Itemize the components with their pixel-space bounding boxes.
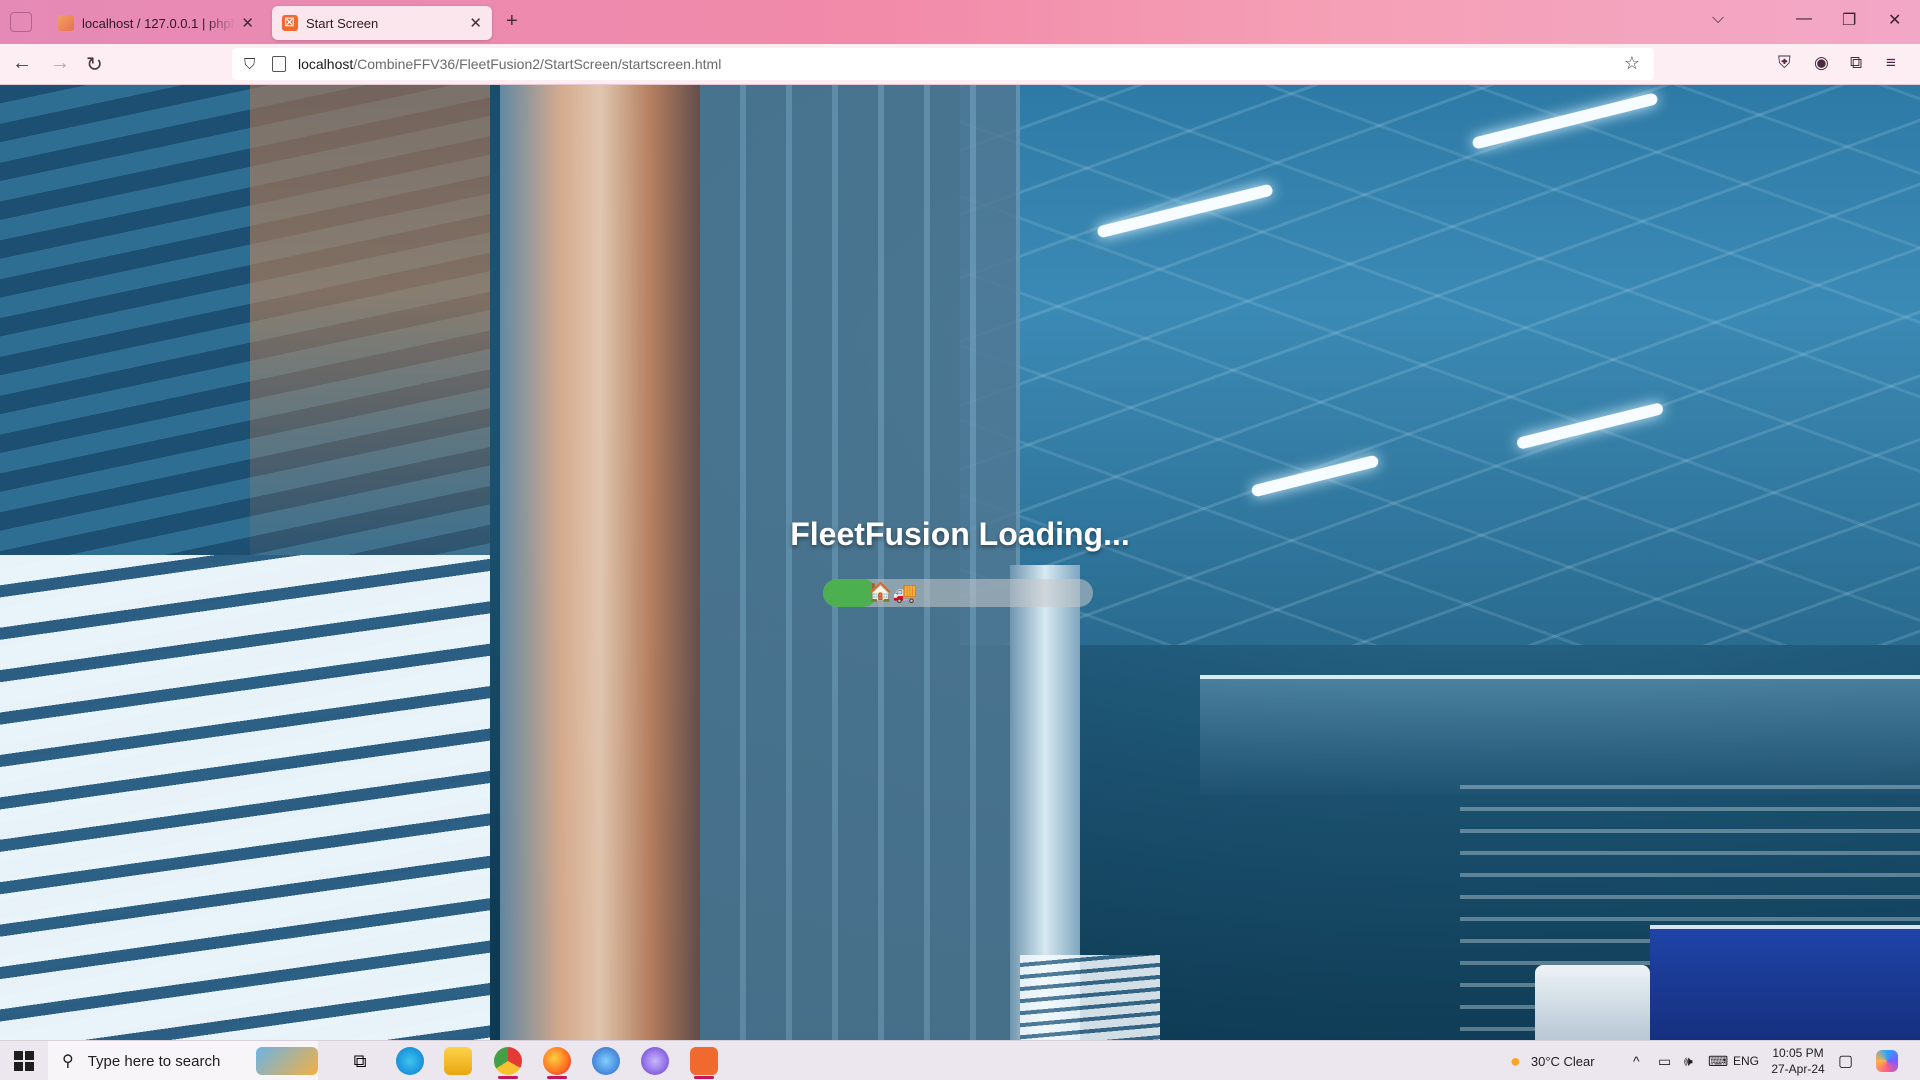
windows-start-icon[interactable]: [14, 1051, 34, 1071]
extensions-icon[interactable]: ⧉: [1850, 53, 1862, 73]
weather-widget[interactable]: ● 30°C Clear: [1510, 1041, 1595, 1080]
edge-icon[interactable]: [396, 1047, 424, 1075]
warehouse-door-light: [0, 555, 490, 1040]
close-window-icon[interactable]: ✕: [1888, 10, 1901, 30]
address-bar[interactable]: ⛉ localhost/CombineFFV36/FleetFusion2/St…: [232, 48, 1654, 80]
weather-text: 30°C Clear: [1530, 1053, 1595, 1069]
back-arrow-icon[interactable]: ←: [12, 52, 32, 75]
xampp-icon[interactable]: [690, 1047, 718, 1079]
tab-label: Start Screen: [306, 15, 379, 31]
volume-icon[interactable]: 🕪: [1684, 1041, 1693, 1080]
tab-phpmyadmin[interactable]: localhost / 127.0.0.1 | phpMyAdmin ✕: [48, 6, 264, 40]
account-icon[interactable]: ◉: [1814, 53, 1829, 73]
truck-cab: [1535, 965, 1650, 1040]
firefox-dev-icon[interactable]: [592, 1047, 620, 1075]
truck-trailer: [1650, 925, 1920, 1040]
loading-progress-bar: [823, 579, 1093, 607]
copilot-icon[interactable]: [1876, 1041, 1898, 1080]
warehouse-wall: [700, 85, 1020, 1040]
url-path: /CombineFFV36/FleetFusion2/StartScreen/s…: [353, 56, 722, 72]
house-truck-icon: 🏠🚚: [868, 582, 918, 604]
search-placeholder: Type here to search: [87, 1052, 221, 1070]
chevron-up-icon[interactable]: ^: [1633, 1041, 1640, 1080]
minimize-icon[interactable]: —: [1796, 10, 1812, 28]
warehouse-door-light: [1020, 955, 1160, 1040]
chrome-icon[interactable]: [494, 1047, 522, 1079]
language-indicator[interactable]: ENG: [1733, 1041, 1759, 1080]
page-viewport: [0, 85, 1920, 1040]
browser-tab-bar: localhost / 127.0.0.1 | phpMyAdmin ✕ Sta…: [0, 0, 1920, 44]
clock-date: 27-Apr-24: [1771, 1062, 1825, 1076]
pocket-icon[interactable]: ⛨: [1778, 53, 1791, 73]
warehouse-balcony: [1200, 675, 1920, 795]
close-icon[interactable]: ✕: [241, 14, 254, 32]
close-icon[interactable]: ✕: [469, 14, 482, 32]
chevron-down-icon[interactable]: ⌵: [1712, 10, 1724, 28]
file-explorer-icon[interactable]: [444, 1047, 472, 1075]
clock-time: 10:05 PM: [1772, 1046, 1824, 1060]
notification-icon[interactable]: ▢: [1838, 1041, 1853, 1080]
phpmyadmin-favicon-icon: [58, 15, 74, 31]
menu-icon[interactable]: ≡: [1886, 53, 1896, 73]
loading-title: FleetFusion Loading...: [790, 516, 1130, 552]
taskbar-clock[interactable]: 10:05 PM 27-Apr-24: [1768, 1045, 1828, 1077]
weather-sun-icon: ●: [1510, 1050, 1521, 1071]
firefox-nightly-icon[interactable]: [641, 1047, 669, 1075]
new-tab-icon[interactable]: +: [506, 10, 518, 33]
network-icon[interactable]: ▭: [1658, 1041, 1671, 1080]
warehouse-ceiling: [960, 85, 1920, 645]
reload-icon[interactable]: ↻: [86, 52, 103, 77]
tab-label: localhost / 127.0.0.1 | phpMyAdmin: [82, 15, 235, 31]
tab-start-screen[interactable]: Start Screen ✕: [272, 6, 492, 40]
search-highlight-icon: [256, 1047, 318, 1075]
restore-icon[interactable]: ❐: [1842, 10, 1856, 30]
url-host: localhost: [298, 56, 354, 72]
firefox-icon[interactable]: [543, 1047, 571, 1079]
xampp-favicon-icon: [282, 14, 298, 31]
bookmark-star-icon[interactable]: ☆: [1624, 53, 1640, 74]
warehouse-pillar: [500, 85, 700, 1040]
search-icon: ⚲: [62, 1053, 74, 1070]
shield-icon[interactable]: ⛉: [244, 56, 260, 73]
windows-taskbar: ⚲ Type here to search ⧉ ● 30°C Clear ^ ▭…: [0, 1040, 1920, 1080]
task-view-icon[interactable]: ⧉: [346, 1047, 374, 1075]
forward-arrow-icon[interactable]: →: [50, 52, 70, 75]
tab-overview-icon[interactable]: [10, 12, 32, 32]
page-icon[interactable]: [272, 56, 286, 72]
browser-nav-bar: ← → ↻ ⛉ localhost/CombineFFV36/FleetFusi…: [0, 44, 1920, 85]
keyboard-icon[interactable]: ⌨: [1708, 1041, 1728, 1080]
